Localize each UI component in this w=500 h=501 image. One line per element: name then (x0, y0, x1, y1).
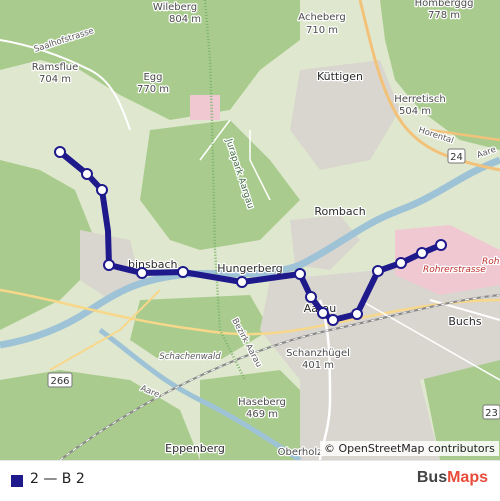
label-herretisch: Herretisch (394, 94, 445, 105)
road-badge-23: 23 (482, 404, 500, 420)
route-stop[interactable] (96, 184, 108, 196)
label-schachenwald: Schachenwald (159, 352, 221, 362)
route-stop[interactable] (177, 266, 189, 278)
svg-text:23: 23 (485, 408, 498, 419)
label-acheberg-elev: 710 m (306, 25, 338, 36)
route-stop[interactable] (317, 307, 329, 319)
label-acheberg: Acheberg (298, 12, 345, 23)
label-buchs: Buchs (448, 315, 482, 328)
route-stop[interactable] (372, 265, 384, 277)
commercial-area-north (190, 95, 220, 120)
route-stop[interactable] (294, 268, 306, 280)
osm-attribution[interactable]: © OpenStreetMap contributors (320, 441, 499, 456)
brand-part-bus: Bus (416, 469, 448, 486)
label-wileberg-elev: 804 m (169, 14, 201, 25)
route-stop[interactable] (327, 314, 339, 326)
label-ramsflue-elev: 704 m (39, 74, 71, 85)
label-rohr: Rohr (482, 257, 500, 267)
route-stop[interactable] (136, 267, 148, 279)
label-hungerberg: Hungerberg (217, 262, 283, 275)
legend-swatch (11, 475, 23, 487)
label-oberholz: Oberholz (278, 447, 323, 458)
label-egg: Egg (143, 72, 162, 83)
route-stop[interactable] (81, 168, 93, 180)
label-schanzhugel: Schanzhügel (286, 348, 350, 359)
brand-part-maps: Maps (447, 469, 488, 486)
route-stop[interactable] (103, 259, 115, 271)
label-homberg: Homberggg (415, 0, 474, 9)
label-haseberg-elev: 469 m (246, 409, 278, 420)
legend-route-label: 2 — B 2 (30, 471, 85, 487)
route-stop[interactable] (351, 308, 363, 320)
svg-text:24: 24 (450, 152, 463, 163)
road-badge-24: 24 (447, 148, 466, 164)
route-stop[interactable] (54, 146, 66, 158)
route-stop[interactable] (435, 239, 447, 251)
road-badge-266: 266 (47, 372, 73, 388)
map-canvas[interactable]: Wileberg 804 m Acheberg 710 m Homberggg … (0, 0, 500, 460)
label-schanzhugel-elev: 401 m (302, 360, 334, 371)
label-ramsflue: Ramsflue (32, 62, 79, 73)
label-rohrerstrasse: Rohrerstrasse (423, 265, 486, 275)
busmaps-logo[interactable]: BusMaps (417, 469, 488, 487)
label-kuttigen: Küttigen (317, 70, 363, 83)
route-stop[interactable] (305, 291, 317, 303)
route-stop[interactable] (395, 257, 407, 269)
route-stop[interactable] (236, 276, 248, 288)
label-herretisch-elev: 504 m (399, 106, 431, 117)
svg-text:266: 266 (50, 376, 69, 387)
label-rombach: Rombach (314, 205, 365, 218)
route-stop[interactable] (416, 247, 428, 259)
label-egg-elev: 770 m (137, 84, 169, 95)
label-wileberg: Wileberg (153, 2, 197, 13)
label-eppenberg: Eppenberg (165, 442, 225, 455)
label-homberg-elev: 778 m (428, 10, 460, 21)
label-haseberg: Haseberg (238, 397, 286, 408)
